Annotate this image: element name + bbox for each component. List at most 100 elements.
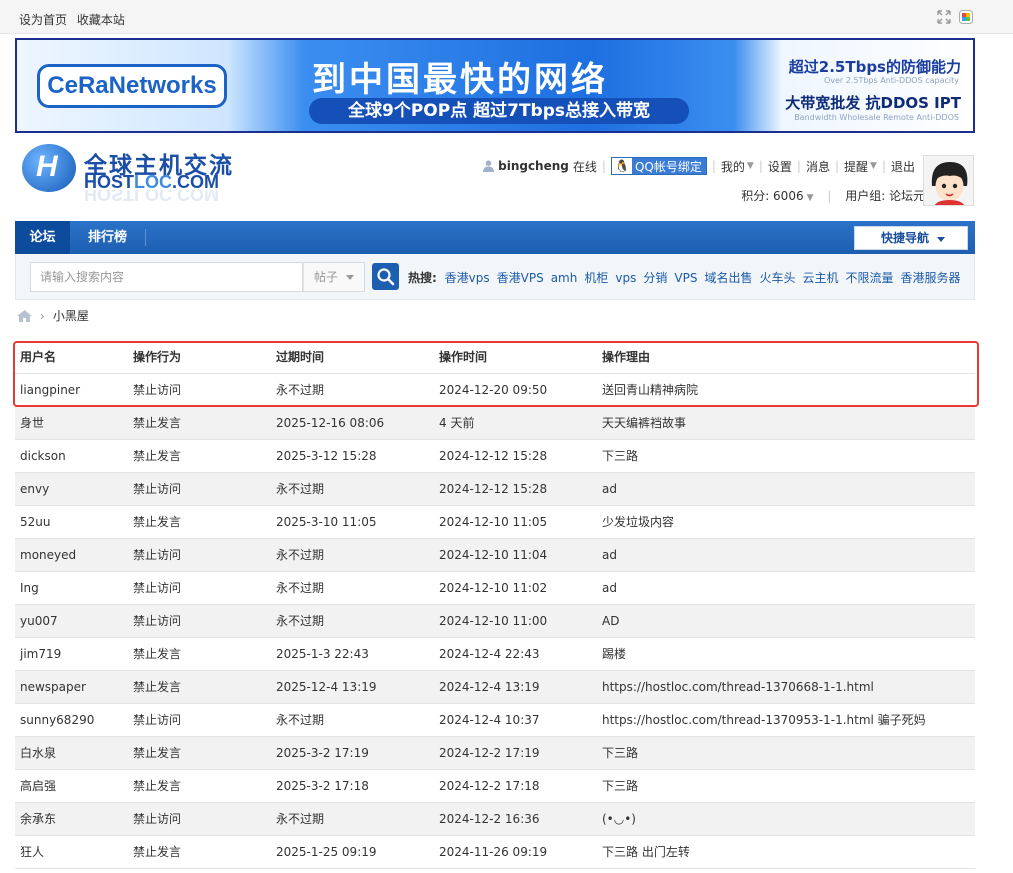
banner-right-line1-sub: Over 2.5Tbps Anti-DDOS capacity [823,76,959,85]
cell-expiry: 2025-12-16 08:06 [271,406,434,440]
bookmark-link[interactable]: 收藏本站 [77,13,125,27]
divider: | [827,189,832,203]
menu-messages[interactable]: 消息 [806,158,830,175]
table-row: 身世 禁止发言 2025-12-16 08:06 4 天前 天天编裤裆故事 [15,406,975,440]
globe-logo-icon [22,144,76,192]
tab-ranking[interactable]: 排行榜 [75,221,140,254]
hot-link[interactable]: 香港服务器 [901,271,961,285]
table-row: yu007 禁止访问 永不过期 2024-12-10 11:00 AD [15,604,975,638]
site-logo[interactable]: 全球主机交流 HOSTLOC.COM HOSTLOC.COM [20,142,265,207]
cell-reason: (•◡•) [597,802,975,836]
menu-settings[interactable]: 设置 [768,158,792,175]
cell-username[interactable]: envy [15,472,128,506]
cell-time: 2024-11-26 09:19 [434,835,597,869]
breadcrumb-current[interactable]: 小黑屋 [53,307,89,324]
user-icon [483,160,495,172]
table-row: envy 禁止访问 永不过期 2024-12-12 15:28 ad [15,472,975,506]
cell-action: 禁止发言 [128,835,271,869]
menu-logout[interactable]: 退出 [891,158,915,175]
style-switch-icon[interactable] [959,10,973,24]
search-button[interactable] [372,263,399,290]
banner-right-line1: 超过2.5Tbps的防御能力 [788,58,961,76]
cell-expiry: 永不过期 [271,802,434,836]
cell-action: 禁止访问 [128,538,271,572]
search-type-label: 帖子 [314,270,339,284]
hot-link[interactable]: 域名出售 [704,271,752,285]
cell-username[interactable]: 高启强 [15,769,128,803]
table-header: 用户名 操作行为 过期时间 操作时间 操作理由 [15,340,975,374]
cell-time: 2024-12-2 16:36 [434,802,597,836]
col-username: 用户名 [15,340,128,374]
top-toolbar: 设为首页 收藏本站 [0,0,1013,34]
cell-reason: 踢楼 [597,637,975,671]
hot-link[interactable]: 分销 [643,271,667,285]
qq-bind-button[interactable]: 🐧 QQ帐号绑定 [610,157,707,175]
cell-expiry: 2025-3-10 11:05 [271,505,434,539]
home-icon[interactable] [17,309,32,322]
logo-en-com: .COM [172,172,220,192]
online-status[interactable]: 在线 [573,158,597,175]
banner-right-line2: 大带宽批发 抗DDOS IPT [785,94,961,112]
cell-expiry: 2025-1-25 09:19 [271,835,434,869]
breadcrumb: › 小黑屋 [17,307,89,324]
hot-link[interactable]: 云主机 [802,271,838,285]
quick-nav-button[interactable]: 快捷导航 [854,226,968,250]
cell-action: 禁止发言 [128,670,271,704]
cell-username[interactable]: 身世 [15,406,128,440]
hot-link[interactable]: VPS [674,271,697,285]
table-row: sunny68290 禁止访问 永不过期 2024-12-4 10:37 https:/… [15,703,975,737]
hot-search: 热搜: 香港vps 香港VPS amh 机柜 vps 分销 VPS 域名出售 火车头 云主机 不限流… [408,269,968,286]
menu-my[interactable]: 我的 [721,158,745,175]
breadcrumb-separator: › [40,308,45,323]
hot-link[interactable]: 香港VPS [497,271,544,285]
table-row: Ing 禁止访问 永不过期 2024-12-10 11:02 ad [15,571,975,605]
logo-en-host: HOST [84,172,135,192]
top-tools [937,10,973,24]
col-action: 操作行为 [128,340,271,374]
cell-expiry: 永不过期 [271,703,434,737]
cell-username[interactable]: jim719 [15,637,128,671]
hot-link[interactable]: 不限流量 [845,271,893,285]
hot-link[interactable]: 火车头 [759,271,795,285]
hot-link[interactable]: 香港vps [445,271,490,285]
cell-username[interactable]: 52uu [15,505,128,539]
hot-link[interactable]: vps [615,271,636,285]
set-homepage-link[interactable]: 设为首页 [19,13,67,27]
tab-forum[interactable]: 论坛 [15,221,70,254]
chevron-down-icon: ▼ [870,161,877,171]
cell-username[interactable]: 白水泉 [15,736,128,770]
hot-link[interactable]: 机柜 [584,271,608,285]
caret-down-icon [937,237,945,242]
cell-time: 4 天前 [434,406,597,440]
cell-time: 2024-12-10 11:02 [434,571,597,605]
cell-username[interactable]: moneyed [15,538,128,572]
cell-expiry: 永不过期 [271,538,434,572]
cell-username[interactable]: yu007 [15,604,128,638]
username-link[interactable]: bingcheng [498,159,569,173]
cell-action: 禁止发言 [128,406,271,440]
avatar[interactable] [923,155,974,206]
credits-link[interactable]: 积分: 6006 [741,189,803,203]
ad-banner[interactable]: CeRaNetworks 到中国最快的网络 全球9个POP点 超过7Tbps总接… [15,38,975,133]
cell-reason: 下三路 [597,769,975,803]
user-bar: bingcheng 在线 | 🐧 QQ帐号绑定 | 我的 ▼ | 设置 | 消息 |… [483,157,915,175]
cell-time: 2024-12-12 15:28 [434,439,597,473]
search-input[interactable]: 请输入搜索内容 [30,262,303,292]
cell-username[interactable]: sunny68290 [15,703,128,737]
cell-reason: 天天编裤裆故事 [597,406,975,440]
search-type-select[interactable]: 帖子 [303,262,365,292]
cell-username[interactable]: 狂人 [15,835,128,869]
cell-reason: https://hostloc.com/thread-1370668-1-1.h… [597,670,975,704]
fullscreen-icon[interactable] [937,10,951,24]
hot-search-label: 热搜: [408,271,437,285]
cell-username[interactable]: newspaper [15,670,128,704]
divider: | [758,159,763,173]
menu-notifications[interactable]: 提醒 [844,158,868,175]
cell-username[interactable]: liangpiner [15,373,128,407]
cell-expiry: 2025-3-2 17:18 [271,769,434,803]
cell-username[interactable]: Ing [15,571,128,605]
hot-link[interactable]: amh [551,271,578,285]
cell-username[interactable]: dickson [15,439,128,473]
cell-time: 2024-12-10 11:05 [434,505,597,539]
cell-username[interactable]: 余承东 [15,802,128,836]
